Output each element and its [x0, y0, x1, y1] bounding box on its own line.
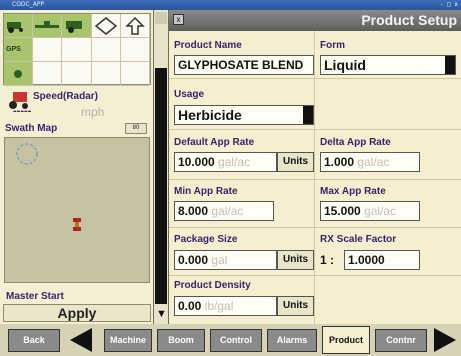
max-app-rate-label: Max App Rate: [320, 186, 386, 197]
swath-map-header: Swath Map 80: [3, 122, 151, 136]
vehicle-position-icon: [73, 218, 81, 231]
status-cell: [91, 38, 121, 62]
screen-header: x Product Setup: [169, 10, 461, 31]
scroll-down-icon[interactable]: ▼: [156, 308, 167, 320]
dropdown-arrow-icon[interactable]: [303, 106, 313, 124]
satellite-icon: [4, 62, 34, 86]
package-size-units-button[interactable]: Units: [277, 250, 314, 270]
tab-boom[interactable]: Boom: [157, 329, 205, 352]
arrow-left-icon[interactable]: [70, 328, 92, 352]
product-density-field[interactable]: 0.00 lb/gal: [174, 296, 277, 316]
delta-app-rate-value: 1.000: [324, 155, 355, 169]
form-dropdown[interactable]: Liquid: [320, 55, 456, 75]
page-title: Product Setup: [361, 12, 457, 28]
package-size-field[interactable]: 0.000 gal: [174, 250, 277, 270]
status-cell: [33, 62, 63, 86]
product-density-value: 0.00: [178, 299, 202, 313]
swath-map-label: Swath Map: [5, 123, 58, 134]
default-app-rate-value: 10.000: [178, 155, 215, 169]
sprayer-icon[interactable]: [62, 14, 92, 38]
default-app-rate-units-button[interactable]: Units: [277, 152, 314, 172]
min-app-rate-value: 8.000: [178, 204, 209, 218]
status-icon-grid: GPS: [3, 13, 151, 86]
product-name-value: GLYPHOSATE BLEND: [178, 58, 304, 72]
usage-dropdown[interactable]: Herbicide: [174, 105, 314, 125]
diamond-icon[interactable]: [91, 14, 121, 38]
swath-zoom-button[interactable]: 80: [125, 123, 147, 134]
close-button[interactable]: x: [173, 14, 184, 25]
apply-button[interactable]: Apply: [3, 304, 151, 322]
status-cell: [62, 62, 92, 86]
delta-app-rate-label: Delta App Rate: [320, 137, 391, 148]
product-setup-form: Product Name GLYPHOSATE BLEND Form Liqui…: [169, 31, 461, 324]
package-size-label: Package Size: [174, 234, 238, 245]
delta-app-rate-field[interactable]: 1.000 gal/ac: [320, 152, 420, 172]
status-cell: [33, 38, 63, 62]
scroll-thumb[interactable]: [155, 68, 167, 304]
master-start-label: Master Start: [6, 291, 64, 302]
delta-app-rate-unit: gal/ac: [357, 155, 390, 169]
speed-unit: mph: [81, 105, 105, 119]
product-name-field[interactable]: GLYPHOSATE BLEND: [174, 55, 314, 75]
status-cell: [62, 38, 92, 62]
arrow-right-icon[interactable]: [434, 328, 456, 352]
default-app-rate-unit: gal/ac: [218, 155, 251, 169]
min-app-rate-field[interactable]: 8.000 gal/ac: [174, 201, 274, 221]
min-app-rate-unit: gal/ac: [211, 204, 244, 218]
tab-alarms[interactable]: Alarms: [267, 329, 317, 352]
row-divider: [169, 227, 461, 228]
tractor-icon[interactable]: [4, 14, 34, 38]
swath-map[interactable]: [4, 137, 150, 283]
product-density-units-button[interactable]: Units: [277, 296, 314, 316]
rx-scale-factor-value: 1.0000: [348, 253, 385, 267]
tab-product[interactable]: Product: [322, 326, 370, 354]
max-app-rate-field[interactable]: 15.000 gal/ac: [320, 201, 420, 221]
boom-icon[interactable]: [33, 14, 63, 38]
rx-scale-factor-label: RX Scale Factor: [320, 234, 397, 245]
default-app-rate-field[interactable]: 10.000 gal/ac: [174, 152, 277, 172]
tab-control[interactable]: Control: [210, 329, 262, 352]
up-arrow-icon[interactable]: [120, 14, 150, 38]
product-density-unit: lb/gal: [204, 299, 234, 313]
min-app-rate-label: Min App Rate: [174, 186, 238, 197]
window-title-bar: CODC_APP - □ x: [0, 0, 461, 10]
package-size-value: 0.000: [178, 253, 209, 267]
compass-icon: [16, 143, 38, 165]
window-controls[interactable]: - □ x: [440, 1, 458, 8]
window-title: CODC_APP: [12, 1, 45, 8]
dropdown-arrow-icon[interactable]: [445, 56, 455, 74]
status-panel: GPS Speed(Radar) ----- mph Swath Map 80: [0, 10, 153, 324]
rx-scale-factor-field[interactable]: 1.0000: [344, 250, 420, 270]
status-cell: [120, 62, 150, 86]
status-cell: [91, 62, 121, 86]
max-app-rate-unit: gal/ac: [364, 204, 397, 218]
row-divider: [169, 179, 461, 180]
usage-value: Herbicide: [178, 107, 242, 123]
rx-scale-prefix: 1 :: [320, 253, 335, 267]
speed-value: -----: [13, 105, 32, 117]
scroll-up-button[interactable]: [155, 12, 167, 24]
tab-contnr[interactable]: Contnr: [375, 329, 427, 352]
product-density-label: Product Density: [174, 280, 251, 291]
speed-label: Speed(Radar): [33, 91, 99, 102]
usage-label: Usage: [174, 89, 205, 100]
form-scrollbar[interactable]: ▼: [153, 10, 169, 324]
speed-readout: Speed(Radar) ----- mph: [3, 88, 151, 120]
product-name-label: Product Name: [174, 40, 242, 51]
form-value: Liquid: [324, 57, 366, 73]
form-label: Form: [320, 40, 345, 51]
tab-machine[interactable]: Machine: [104, 329, 152, 352]
bottom-tab-bar: Back Machine Boom Control Alarms Product…: [0, 324, 461, 356]
row-divider: [169, 78, 461, 79]
row-divider: [169, 275, 461, 276]
gps-status: GPS: [4, 38, 34, 62]
column-divider: [314, 31, 315, 324]
back-button[interactable]: Back: [8, 329, 60, 352]
status-cell: [120, 38, 150, 62]
package-size-unit: gal: [211, 253, 228, 267]
default-app-rate-label: Default App Rate: [174, 137, 255, 148]
row-divider: [169, 129, 461, 130]
max-app-rate-value: 15.000: [324, 204, 361, 218]
